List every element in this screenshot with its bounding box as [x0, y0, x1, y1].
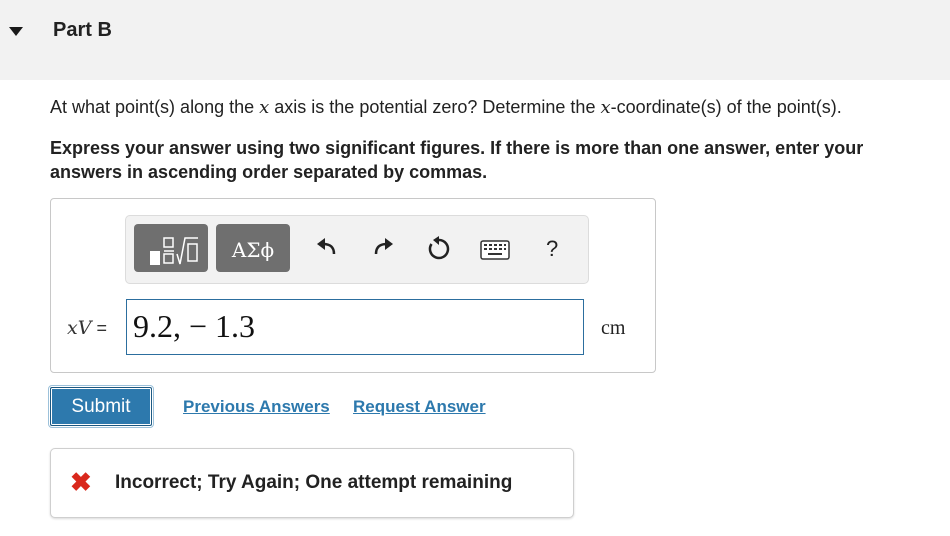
answer-variable: xV: [67, 317, 92, 339]
question-text-3: -coordinate(s) of the point(s).: [610, 97, 842, 117]
reset-icon[interactable]: [426, 236, 452, 262]
redo-icon[interactable]: [372, 236, 394, 260]
templates-button[interactable]: [134, 224, 208, 272]
part-title: Part B: [53, 19, 112, 41]
help-icon[interactable]: ?: [546, 236, 558, 262]
question-text-2: axis is the potential zero? Determine th…: [269, 97, 601, 117]
equals-sign: =: [91, 318, 107, 338]
feedback-text: Incorrect; Try Again; One attempt remain…: [115, 472, 513, 493]
previous-answers-link[interactable]: Previous Answers: [183, 397, 330, 417]
greek-letters-icon: ΑΣϕ: [231, 238, 275, 262]
answer-variable-label: xV =: [67, 317, 107, 339]
collapse-caret-icon[interactable]: [9, 27, 23, 36]
math-toolbar: ΑΣϕ ?: [125, 215, 589, 284]
question-text-1: At what point(s) along the: [50, 97, 260, 117]
part-header[interactable]: Part B: [0, 0, 950, 80]
submit-button[interactable]: Submit: [48, 385, 154, 428]
answer-unit: cm: [601, 317, 626, 339]
answer-value: 9.2, − 1.3: [133, 308, 256, 344]
answer-input[interactable]: 9.2, − 1.3: [126, 299, 584, 355]
keyboard-icon[interactable]: [480, 240, 510, 260]
greek-letters-button[interactable]: ΑΣϕ: [216, 224, 290, 272]
math-variable-x-2: x: [600, 97, 611, 118]
cross-icon: ✖: [70, 467, 92, 497]
undo-icon[interactable]: [316, 236, 338, 260]
answer-box: ΑΣϕ ? xV = 9.2, − 1.3 cm: [50, 198, 656, 373]
answer-instructions: Express your answer using two significan…: [50, 138, 864, 182]
feedback-box: ✖ Incorrect; Try Again; One attempt rema…: [50, 448, 574, 518]
question-text: At what point(s) along the x axis is the…: [50, 97, 842, 118]
math-variable-x: x: [259, 97, 270, 118]
request-answer-link[interactable]: Request Answer: [353, 397, 486, 417]
templates-icon: [150, 237, 198, 265]
